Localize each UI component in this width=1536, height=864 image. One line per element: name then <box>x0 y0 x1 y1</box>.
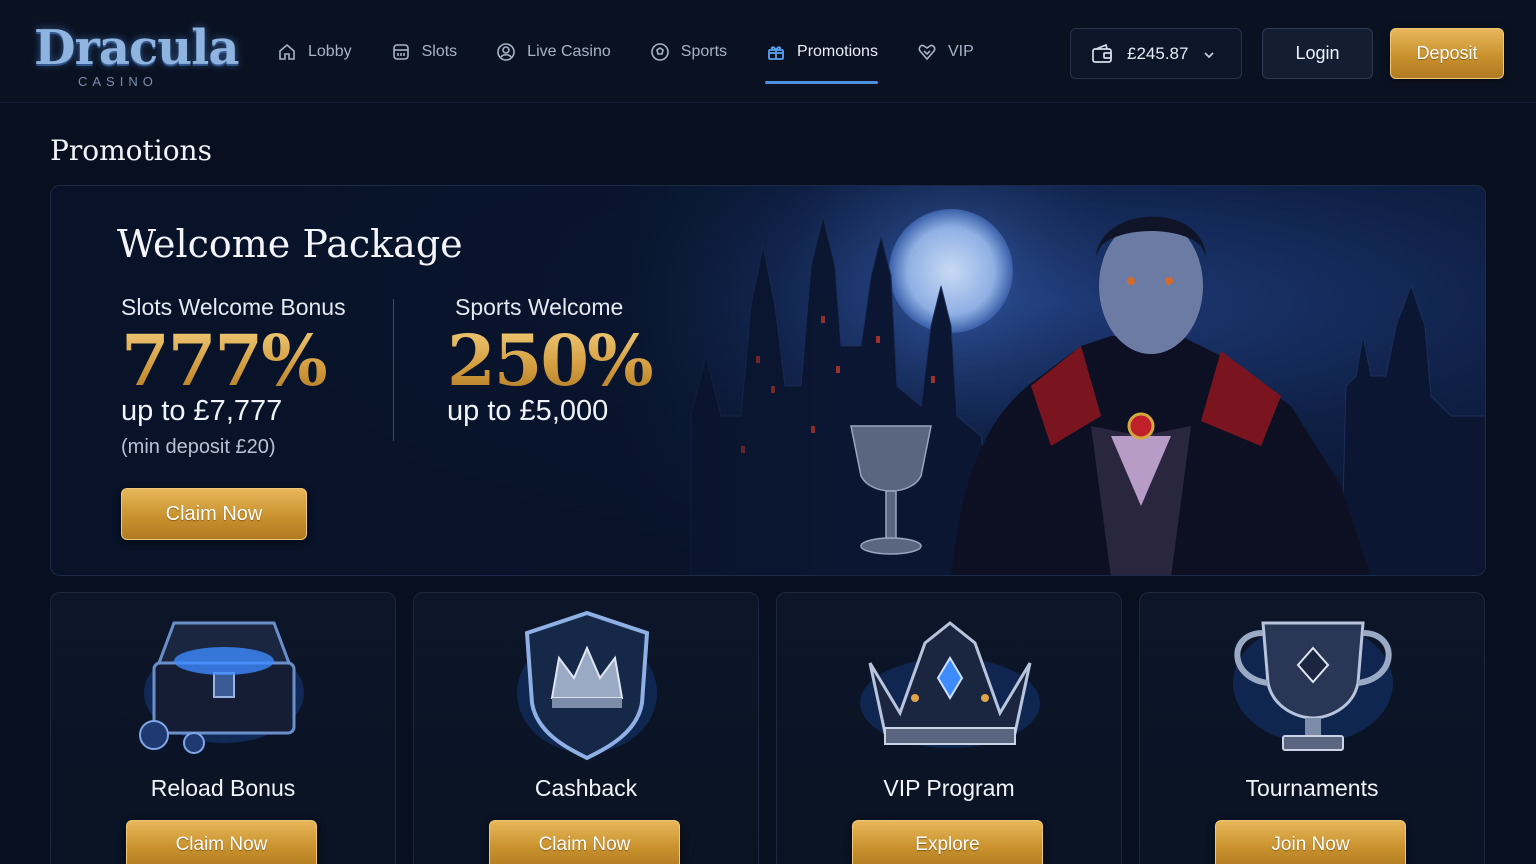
vip-explore-button[interactable]: Explore <box>852 820 1043 864</box>
nav-label: Promotions <box>797 43 878 60</box>
reload-claim-button[interactable]: Claim Now <box>126 820 317 864</box>
welcome-package-banner: Welcome Package Slots Welcome Bonus 777%… <box>50 185 1486 576</box>
treasure-chest-icon <box>139 621 304 754</box>
card-title: VIP Program <box>883 775 1015 801</box>
cashback-claim-button[interactable]: Claim Now <box>489 820 680 864</box>
slots-offer-label: Slots Welcome Bonus <box>121 294 346 320</box>
sports-offer-percent: 250% <box>447 319 654 402</box>
nav-label: Live Casino <box>527 43 611 60</box>
page-title: Promotions <box>50 134 212 167</box>
login-button[interactable]: Login <box>1262 28 1373 79</box>
nav-item-promotions[interactable]: Promotions <box>765 36 878 84</box>
crown-shield-icon <box>517 610 657 761</box>
main-nav: Lobby Slots Live Casino Sports Promotion… <box>276 36 1012 84</box>
heart-diamond-icon <box>916 41 938 63</box>
crown-icon <box>860 621 1040 748</box>
brand-sub: CASINO <box>78 74 158 89</box>
slot-machine-icon <box>390 41 412 63</box>
nav-label: Slots <box>421 43 458 60</box>
offer-divider <box>393 299 394 441</box>
brand-logo[interactable]: Dracula CASINO <box>34 20 239 90</box>
trophy-icon <box>1233 621 1393 751</box>
promo-card-vip-program[interactable]: VIP Program Explore <box>776 592 1122 864</box>
nav-item-sports[interactable]: Sports <box>649 36 727 68</box>
top-bar: Dracula CASINO Lobby Slots Live Casino S… <box>0 0 1536 103</box>
gift-icon <box>765 41 787 63</box>
nav-item-slots[interactable]: Slots <box>390 36 458 68</box>
nav-label: Lobby <box>308 43 352 60</box>
balance-value: £245.87 <box>1127 43 1189 63</box>
promo-card-cashback[interactable]: Cashback Claim Now <box>413 592 759 864</box>
nav-label: Sports <box>680 43 728 60</box>
home-icon <box>276 41 298 63</box>
sports-offer-label: Sports Welcome <box>455 294 624 320</box>
card-title: Tournaments <box>1245 775 1379 801</box>
promo-card-reload-bonus[interactable]: Reload Bonus Claim Now <box>50 592 396 864</box>
football-icon <box>649 41 671 63</box>
nav-item-lobby[interactable]: Lobby <box>276 36 352 68</box>
promo-card-tournaments[interactable]: Tournaments Join Now <box>1139 592 1485 864</box>
deposit-button[interactable]: Deposit <box>1390 28 1504 79</box>
brand-name: Dracula <box>34 20 239 76</box>
slots-offer: Slots Welcome Bonus 777% up to £7,777 (m… <box>121 294 346 459</box>
balance-dropdown[interactable]: £245.87 <box>1070 28 1242 79</box>
claim-now-button[interactable]: Claim Now <box>121 488 307 540</box>
card-title: Cashback <box>534 775 638 801</box>
chevron-down-icon <box>1202 47 1216 61</box>
nav-label: VIP <box>947 43 974 60</box>
sports-offer: Sports Welcome 250% up to £5,000 <box>447 294 654 428</box>
wallet-icon <box>1091 43 1113 65</box>
slots-offer-percent: 777% <box>121 321 346 401</box>
tournaments-join-button[interactable]: Join Now <box>1215 820 1406 864</box>
hero-title: Welcome Package <box>117 222 463 266</box>
nav-item-live-casino[interactable]: Live Casino <box>495 36 611 68</box>
nav-item-vip[interactable]: VIP <box>916 36 974 68</box>
card-title: Reload Bonus <box>150 775 296 801</box>
live-casino-icon <box>495 41 517 63</box>
slots-offer-min-deposit: (min deposit £20) <box>121 436 276 458</box>
